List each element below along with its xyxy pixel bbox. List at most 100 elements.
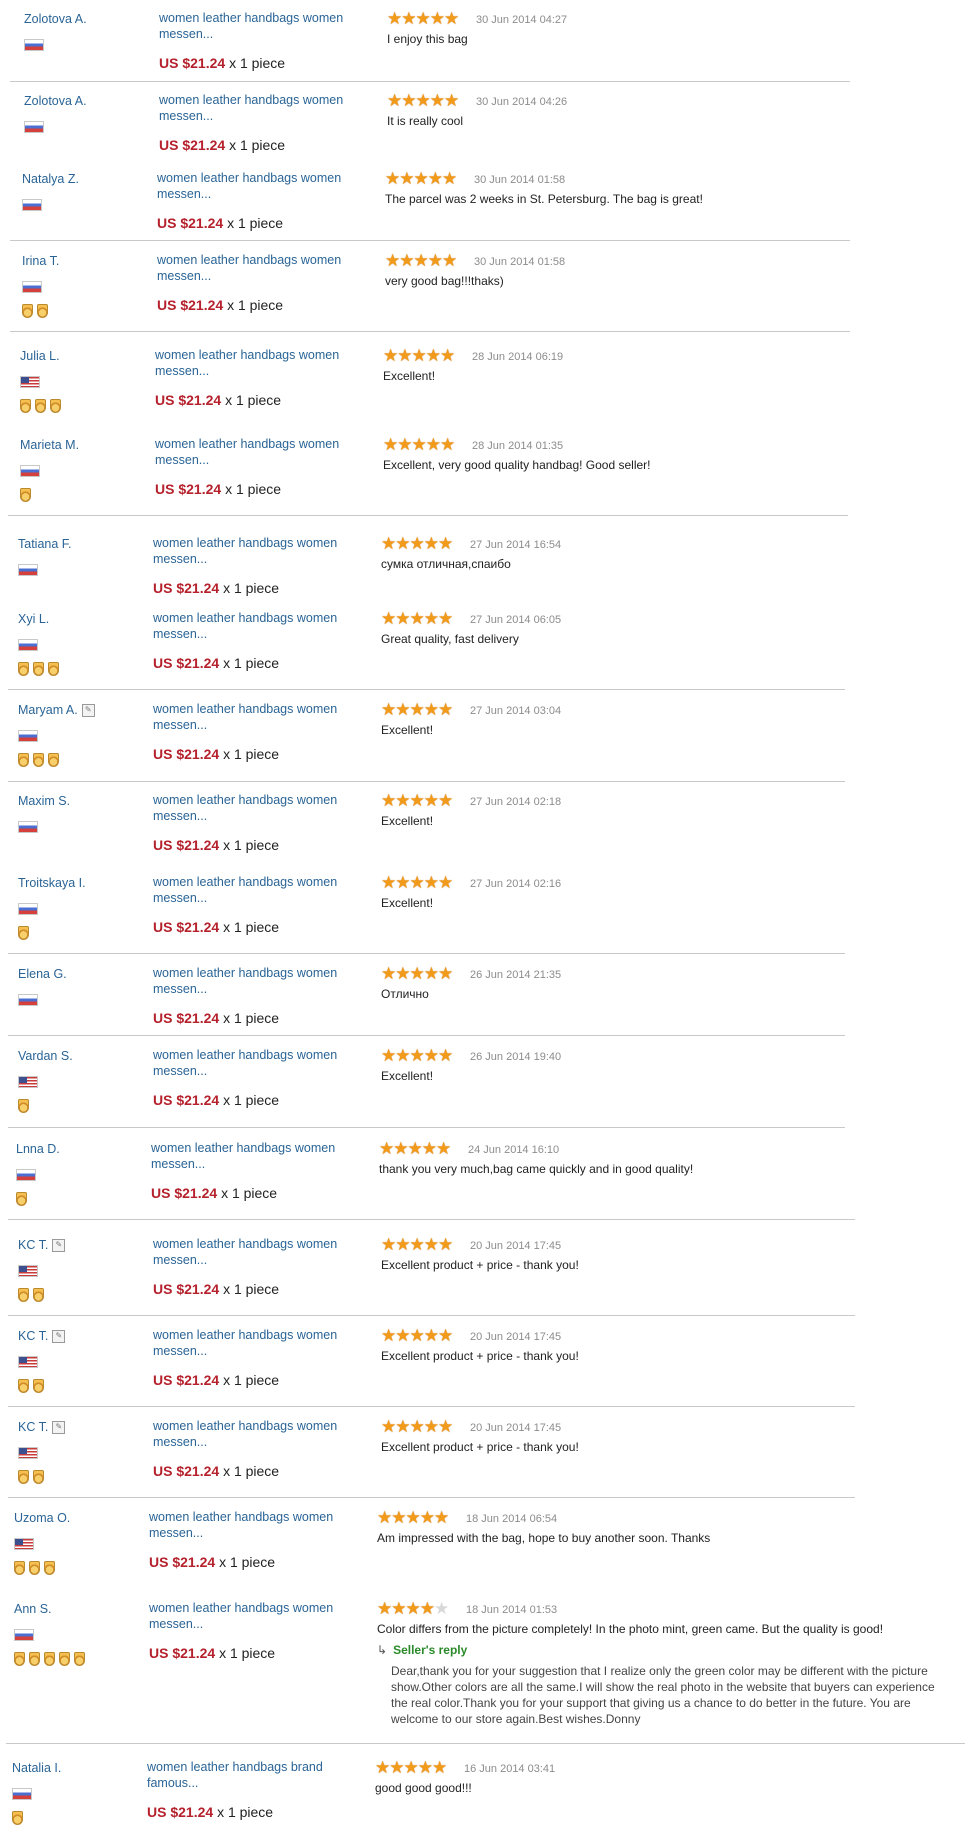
edit-icon[interactable]: ✎ <box>52 1330 66 1344</box>
review-text: Excellent! <box>381 896 434 910</box>
product-link[interactable]: women leather handbags women messen... <box>153 1418 353 1450</box>
buyer-name-label[interactable]: Xyi L. <box>18 612 49 626</box>
quantity-label: x 1 piece <box>217 1804 274 1820</box>
price-value: US $21.24 <box>153 655 220 671</box>
review-date: 30 Jun 2014 04:27 <box>476 14 568 26</box>
buyer-name[interactable]: Tatiana F. <box>18 537 72 551</box>
product-link[interactable]: women leather handbags women messen... <box>153 792 353 824</box>
buyer-name[interactable]: Natalia I. <box>12 1761 61 1775</box>
star-rating: ★★★★★ <box>387 92 459 109</box>
price-value: US $21.24 <box>153 1372 220 1388</box>
buyer-name[interactable]: Julia L. <box>20 349 60 363</box>
product-link[interactable]: women leather handbags women messen... <box>153 610 353 642</box>
product-link[interactable]: women leather handbags women messen... <box>153 1327 353 1359</box>
buyer-level-medals <box>20 399 65 415</box>
buyer-name-label[interactable]: Natalya Z. <box>22 172 79 186</box>
product-link[interactable]: women leather handbags women messen... <box>153 965 353 997</box>
buyer-name-label[interactable]: Tatiana F. <box>18 537 72 551</box>
row-divider <box>8 689 845 690</box>
buyer-name[interactable]: Maryam A. ✎ <box>18 703 95 718</box>
buyer-name-label[interactable]: KC T. <box>18 1329 48 1343</box>
buyer-name-label[interactable]: Lnna D. <box>16 1142 60 1156</box>
star-filled-icon: ★ <box>399 169 415 188</box>
buyer-name-label[interactable]: Maryam A. <box>18 703 78 717</box>
buyer-name[interactable]: KC T. ✎ <box>18 1238 66 1253</box>
buyer-name[interactable]: KC T. ✎ <box>18 1420 66 1435</box>
review-text: Am impressed with the bag, hope to buy a… <box>377 1531 711 1545</box>
product-link[interactable]: women leather handbags women messen... <box>153 535 353 567</box>
star-filled-icon: ★ <box>395 1046 411 1065</box>
ru-flag-icon <box>14 1629 34 1641</box>
price-value: US $21.24 <box>153 1092 220 1108</box>
medal-icon <box>33 1470 44 1484</box>
buyer-name-label[interactable]: Troitskaya I. <box>18 876 86 890</box>
product-link[interactable]: women leather handbags women messen... <box>153 1236 353 1268</box>
buyer-name-label[interactable]: Uzoma O. <box>14 1511 70 1525</box>
product-link[interactable]: women leather handbags women messen... <box>159 10 359 42</box>
product-link[interactable]: women leather handbags women messen... <box>153 874 353 906</box>
review-row: Maxim S. women leather handbags women mes… <box>0 792 965 872</box>
product-link[interactable]: women leather handbags women messen... <box>159 92 359 124</box>
review-date: 18 Jun 2014 01:53 <box>466 1604 558 1616</box>
buyer-name-label[interactable]: Vardan S. <box>18 1049 73 1063</box>
product-link[interactable]: women leather handbags women messen... <box>153 701 353 733</box>
edit-icon[interactable]: ✎ <box>52 1239 66 1253</box>
row-divider <box>10 81 850 82</box>
review-date: 30 Jun 2014 01:58 <box>474 256 566 268</box>
star-filled-icon: ★ <box>393 1139 409 1158</box>
star-filled-icon: ★ <box>438 700 454 719</box>
buyer-name[interactable]: Ann S. <box>14 1602 52 1616</box>
product-link[interactable]: women leather handbags women messen... <box>151 1140 351 1172</box>
star-filled-icon: ★ <box>385 251 401 270</box>
buyer-name-label[interactable]: Zolotova A. <box>24 94 87 108</box>
buyer-name-label[interactable]: Elena G. <box>18 967 67 981</box>
buyer-name-label[interactable]: Irina T. <box>22 254 59 268</box>
star-filled-icon: ★ <box>399 251 415 270</box>
star-filled-icon: ★ <box>440 346 456 365</box>
buyer-name[interactable]: Troitskaya I. <box>18 876 86 890</box>
buyer-name[interactable]: Zolotova A. <box>24 94 87 108</box>
product-link[interactable]: women leather handbags women messen... <box>153 1047 353 1079</box>
buyer-name[interactable]: Maxim S. <box>18 794 70 808</box>
buyer-name[interactable]: KC T. ✎ <box>18 1329 66 1344</box>
product-link[interactable]: women leather handbags women messen... <box>155 436 355 468</box>
buyer-name-label[interactable]: Natalia I. <box>12 1761 61 1775</box>
buyer-name[interactable]: Vardan S. <box>18 1049 73 1063</box>
star-filled-icon: ★ <box>419 1599 435 1618</box>
star-filled-icon: ★ <box>385 169 401 188</box>
buyer-name[interactable]: Lnna D. <box>16 1142 60 1156</box>
buyer-name[interactable]: Irina T. <box>22 254 59 268</box>
ru-flag-icon <box>22 281 42 293</box>
buyer-name[interactable]: Xyi L. <box>18 612 49 626</box>
edit-icon[interactable]: ✎ <box>81 704 95 718</box>
order-price: US $21.24 x 1 piece <box>157 297 283 313</box>
buyer-level-medals <box>18 662 63 678</box>
edit-icon[interactable]: ✎ <box>52 1421 66 1435</box>
buyer-name[interactable]: Zolotova A. <box>24 12 87 26</box>
product-link[interactable]: women leather handbags women messen... <box>157 170 357 202</box>
review-text: Excellent! <box>381 723 434 737</box>
star-filled-icon: ★ <box>423 791 439 810</box>
buyer-name-label[interactable]: KC T. <box>18 1238 48 1252</box>
review-text: Color differs from the picture completel… <box>377 1622 884 1636</box>
review-date: 30 Jun 2014 01:58 <box>474 174 566 186</box>
product-link[interactable]: women leather handbags women messen... <box>149 1509 349 1541</box>
product-link[interactable]: women leather handbags women messen... <box>155 347 355 379</box>
buyer-name-label[interactable]: Ann S. <box>14 1602 52 1616</box>
buyer-name[interactable]: Marieta M. <box>20 438 79 452</box>
buyer-level-medals <box>20 488 35 504</box>
quantity-label: x 1 piece <box>221 1185 278 1201</box>
buyer-name-label[interactable]: KC T. <box>18 1420 48 1434</box>
buyer-name-label[interactable]: Julia L. <box>20 349 60 363</box>
buyer-name-label[interactable]: Maxim S. <box>18 794 70 808</box>
buyer-name-label[interactable]: Marieta M. <box>20 438 79 452</box>
buyer-name[interactable]: Elena G. <box>18 967 67 981</box>
buyer-name[interactable]: Uzoma O. <box>14 1511 70 1525</box>
star-rating: ★★★★★ <box>381 1235 453 1254</box>
star-filled-icon: ★ <box>381 1235 397 1254</box>
product-link[interactable]: women leather handbags women messen... <box>157 252 357 284</box>
product-link[interactable]: women leather handbags women messen... <box>149 1600 349 1632</box>
product-link[interactable]: women leather handbags brand famous... <box>147 1759 347 1791</box>
buyer-name-label[interactable]: Zolotova A. <box>24 12 87 26</box>
buyer-name[interactable]: Natalya Z. <box>22 172 79 186</box>
